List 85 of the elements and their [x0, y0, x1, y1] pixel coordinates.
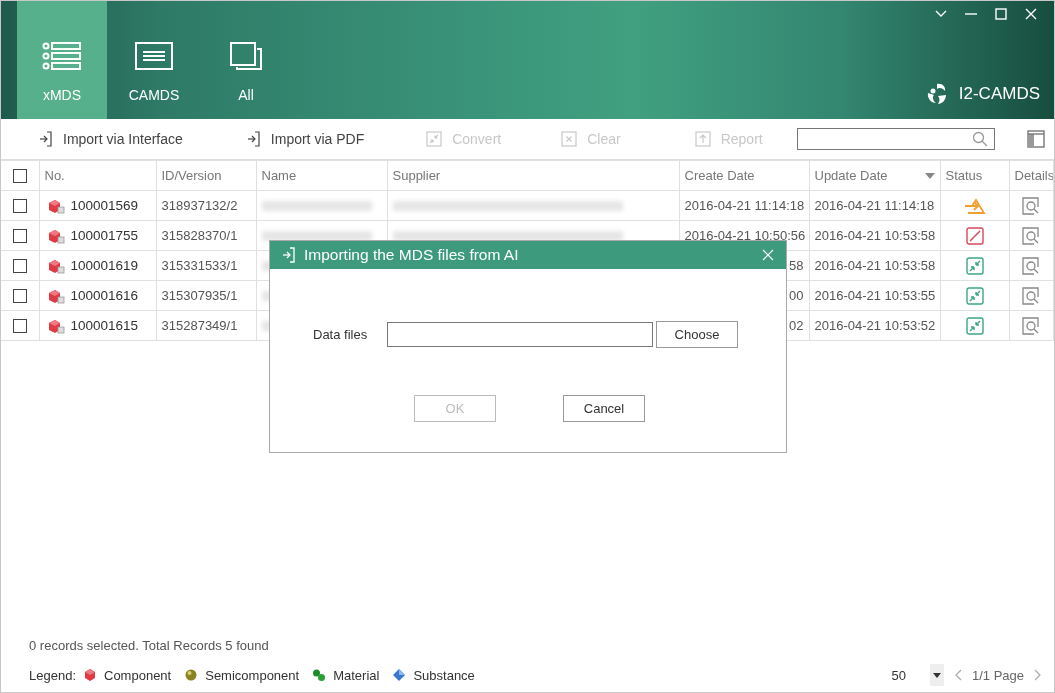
search-icon	[971, 131, 988, 147]
table-cell: 315331533/1	[156, 250, 256, 281]
legend-item: Material	[333, 667, 380, 683]
shrink-arrows-icon	[426, 131, 443, 147]
record-number: 100001616	[70, 288, 139, 303]
selection-summary: 0 records selected. Total Records 5 found	[29, 638, 270, 653]
cube-icon	[46, 227, 65, 244]
x-box-icon	[561, 131, 578, 147]
column-header[interactable]: No.	[39, 160, 156, 191]
field-label: Data files	[313, 327, 369, 342]
magnifier-document-icon[interactable]	[1022, 226, 1041, 245]
cube-icon	[46, 317, 65, 334]
dialog-title: Importing the MDS files from AI	[304, 246, 519, 264]
search-field[interactable]	[796, 128, 995, 150]
shrink-arrows-icon	[965, 286, 984, 305]
import-icon	[246, 131, 261, 147]
row-checkbox[interactable]	[12, 319, 27, 334]
choose-button[interactable]: Choose	[656, 321, 738, 348]
diamond-icon	[392, 668, 407, 682]
cube-icon	[46, 257, 65, 274]
legend-item: Substance	[413, 667, 475, 683]
row-checkbox[interactable]	[12, 289, 27, 304]
column-header[interactable]: Name	[256, 160, 387, 191]
table-cell: 315307935/1	[156, 280, 256, 311]
table-cell: 2016-04-21 10:53:58	[809, 250, 940, 281]
import-icon	[39, 131, 53, 147]
cube-icon	[83, 668, 97, 682]
list-icon	[42, 42, 82, 70]
record-number: 100001569	[70, 198, 139, 213]
nav-tab[interactable]: All	[201, 1, 291, 119]
dialog-button[interactable]: Cancel	[563, 395, 645, 422]
upload-box-icon	[694, 131, 711, 147]
table-cell: 2016-04-21 10:53:58	[809, 220, 940, 251]
shrink-arrows-icon	[965, 256, 984, 275]
row-checkbox[interactable]	[12, 229, 27, 244]
import-icon	[282, 247, 296, 263]
brand-name: I2-CAMDS	[958, 84, 1040, 104]
column-header[interactable]: Create Date	[679, 160, 809, 191]
caret-icon	[932, 672, 941, 678]
record-number: 100001755	[70, 228, 139, 243]
page-size-dropdown[interactable]: 50	[891, 664, 944, 686]
two-balls-icon	[312, 668, 327, 682]
previous-page-icon[interactable]	[953, 669, 962, 681]
magnifier-document-icon[interactable]	[1022, 286, 1041, 305]
cube-icon	[46, 197, 65, 214]
maximize-icon[interactable]	[994, 7, 1008, 21]
legend-item: Semicomponent	[205, 667, 300, 683]
row-checkbox[interactable]	[12, 199, 27, 214]
nav-tab[interactable]: xMDS	[17, 1, 107, 119]
column-header[interactable]: Supplier	[387, 160, 679, 191]
row-checkbox[interactable]	[12, 259, 27, 274]
column-header[interactable]: ID/Version	[156, 160, 256, 191]
magnifier-document-icon[interactable]	[1022, 316, 1041, 335]
sort-down-icon	[924, 173, 935, 179]
nav-tab[interactable]: CAMDS	[107, 1, 201, 119]
card-icon	[134, 42, 174, 70]
next-page-icon[interactable]	[1034, 669, 1042, 681]
table-cell: 2016-04-21 10:53:52	[809, 310, 940, 341]
legend-label: Legend:	[29, 667, 76, 683]
column-header[interactable]: Update Date	[809, 160, 940, 191]
table-cell: 2016-04-21 10:53:55	[809, 280, 940, 311]
toolbar-button[interactable]: Import via PDF	[246, 131, 365, 147]
arrow-triangle-icon	[963, 196, 986, 215]
table-cell: 315828370/1	[156, 220, 256, 251]
cube-icon	[46, 287, 65, 304]
page-indicator: 1/1 Page	[971, 667, 1024, 683]
record-number: 100001619	[70, 258, 139, 273]
legend-item: Component	[104, 667, 172, 683]
slash-box-icon	[965, 226, 984, 245]
toolbar-button[interactable]: Import via Interface	[39, 131, 183, 147]
table-cell: 2016-04-21 11:14:18	[679, 190, 809, 221]
panel-layout-icon[interactable]	[1026, 130, 1045, 148]
close-icon[interactable]	[1024, 7, 1038, 21]
magnifier-document-icon[interactable]	[1022, 256, 1041, 275]
table-cell: 318937132/2	[156, 190, 256, 221]
select-all-checkbox[interactable]	[12, 169, 27, 184]
stacked-squares-icon	[229, 42, 263, 70]
data-files-field[interactable]	[387, 322, 653, 347]
column-header[interactable]: Status	[940, 160, 1009, 191]
magnifier-document-icon[interactable]	[1022, 196, 1041, 215]
ball-icon	[184, 668, 199, 682]
shrink-arrows-icon	[965, 316, 984, 335]
table-cell: 315287349/1	[156, 310, 256, 341]
table-cell: 2016-04-21 11:14:18	[809, 190, 940, 221]
record-number: 100001615	[70, 318, 139, 333]
